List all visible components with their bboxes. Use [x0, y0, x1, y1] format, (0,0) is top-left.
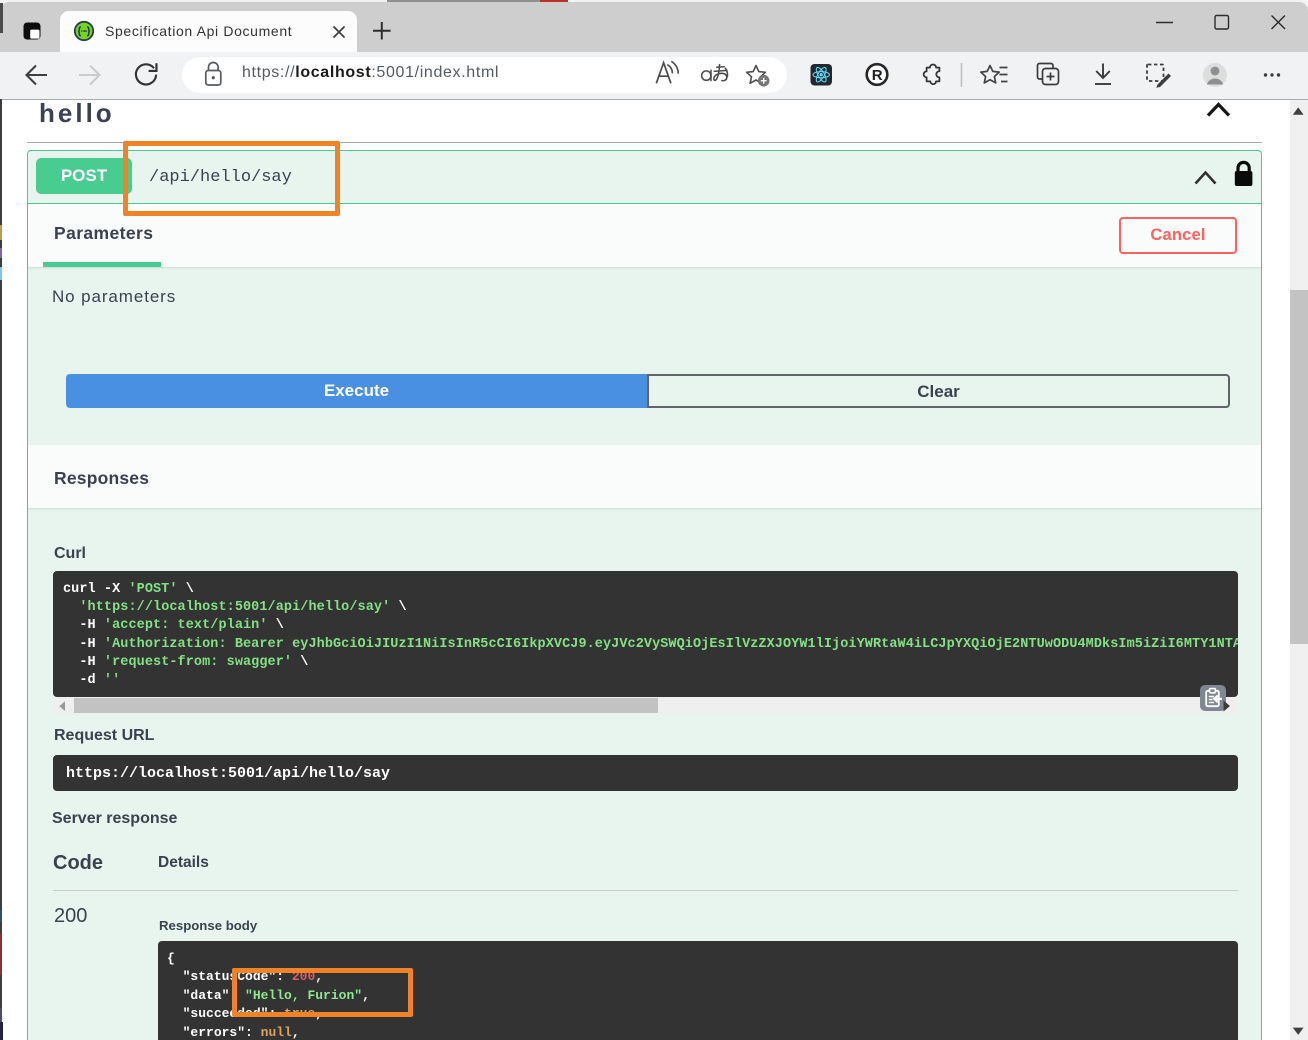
- svg-text:R: R: [872, 67, 883, 84]
